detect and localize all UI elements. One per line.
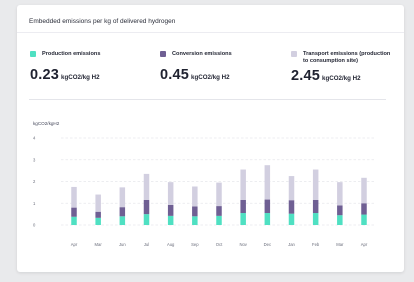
grid-layer: 0 1 2 3 4	[33, 136, 375, 228]
x-tick-label: Aug	[167, 242, 175, 247]
bar-conversion-6[interactable]	[216, 206, 222, 216]
bar-production-8[interactable]	[264, 213, 271, 225]
x-tick-label: Apr	[71, 242, 78, 247]
y-tick-label: 3	[33, 157, 36, 162]
x-tick-label: Apr	[361, 242, 368, 247]
x-tick-label: Mar	[336, 242, 344, 247]
x-tick-label: Jun	[119, 242, 126, 247]
bar-transport-7[interactable]	[240, 169, 246, 200]
y-axis-unit-label: kgCO2/kgH2	[33, 121, 60, 126]
bar-conversion-0[interactable]	[71, 207, 77, 217]
bar-conversion-12[interactable]	[361, 203, 367, 215]
y-tick-label: 0	[33, 223, 36, 228]
bar-transport-1[interactable]	[95, 194, 101, 212]
x-tick-label: Oct	[216, 242, 223, 247]
x-axis-labels: Apr Mar Jun Jul Aug Sep Oct Nov Dec Jan Feb Mar Apr	[71, 242, 368, 247]
bar-transport-4[interactable]	[167, 182, 174, 205]
y-tick-label: 4	[33, 136, 36, 141]
x-tick-label: Sep	[191, 242, 199, 247]
bar-transport-6[interactable]	[216, 182, 222, 207]
bar-transport-5[interactable]	[192, 186, 198, 207]
bar-transport-11[interactable]	[337, 182, 343, 206]
x-tick-label: Jul	[144, 242, 149, 247]
bar-production-3[interactable]	[143, 214, 150, 226]
bar-conversion-5[interactable]	[192, 206, 198, 217]
bar-transport-12[interactable]	[361, 177, 367, 204]
bar-conversion-8[interactable]	[264, 199, 271, 214]
x-tick-label: Jan	[288, 242, 295, 247]
bar-conversion-4[interactable]	[167, 204, 174, 216]
bar-production-11[interactable]	[337, 215, 343, 225]
bar-conversion-3[interactable]	[143, 199, 150, 215]
bar-conversion-7[interactable]	[240, 199, 246, 214]
bar-production-0[interactable]	[71, 216, 77, 225]
x-tick-label: Feb	[312, 242, 320, 247]
bar-conversion-11[interactable]	[337, 205, 343, 216]
emissions-bar-chart: kgCO2/kgH2 0 1 2 3 4 Apr Mar Jun Jul Aug Sep Oct No…	[33, 121, 375, 247]
bar-production-10[interactable]	[312, 213, 319, 225]
bar-transport-3[interactable]	[143, 173, 150, 200]
bar-conversion-10[interactable]	[312, 199, 319, 214]
x-tick-label: Dec	[264, 242, 271, 247]
bar-transport-9[interactable]	[288, 176, 295, 201]
bar-transport-2[interactable]	[119, 187, 126, 208]
bar-conversion-2[interactable]	[119, 207, 126, 217]
bar-production-9[interactable]	[288, 213, 295, 225]
y-tick-label: 2	[33, 179, 36, 184]
bar-conversion-9[interactable]	[288, 200, 295, 214]
emissions-card: Embedded emissions per kg of delivered h…	[17, 5, 404, 272]
bar-transport-0[interactable]	[71, 186, 77, 208]
x-tick-label: Nov	[239, 242, 247, 247]
bar-production-7[interactable]	[240, 213, 246, 225]
bar-production-6[interactable]	[216, 215, 222, 225]
bar-transport-8[interactable]	[264, 165, 271, 200]
bar-production-2[interactable]	[119, 216, 126, 225]
bar-production-12[interactable]	[361, 214, 367, 225]
bar-conversion-1[interactable]	[95, 211, 101, 218]
bar-transport-10[interactable]	[312, 169, 319, 200]
y-tick-label: 1	[33, 201, 36, 206]
bar-production-1[interactable]	[95, 217, 101, 225]
x-tick-label: Mar	[95, 242, 103, 247]
bar-production-4[interactable]	[167, 215, 174, 225]
bars-layer	[71, 165, 367, 226]
bar-production-5[interactable]	[192, 216, 198, 225]
